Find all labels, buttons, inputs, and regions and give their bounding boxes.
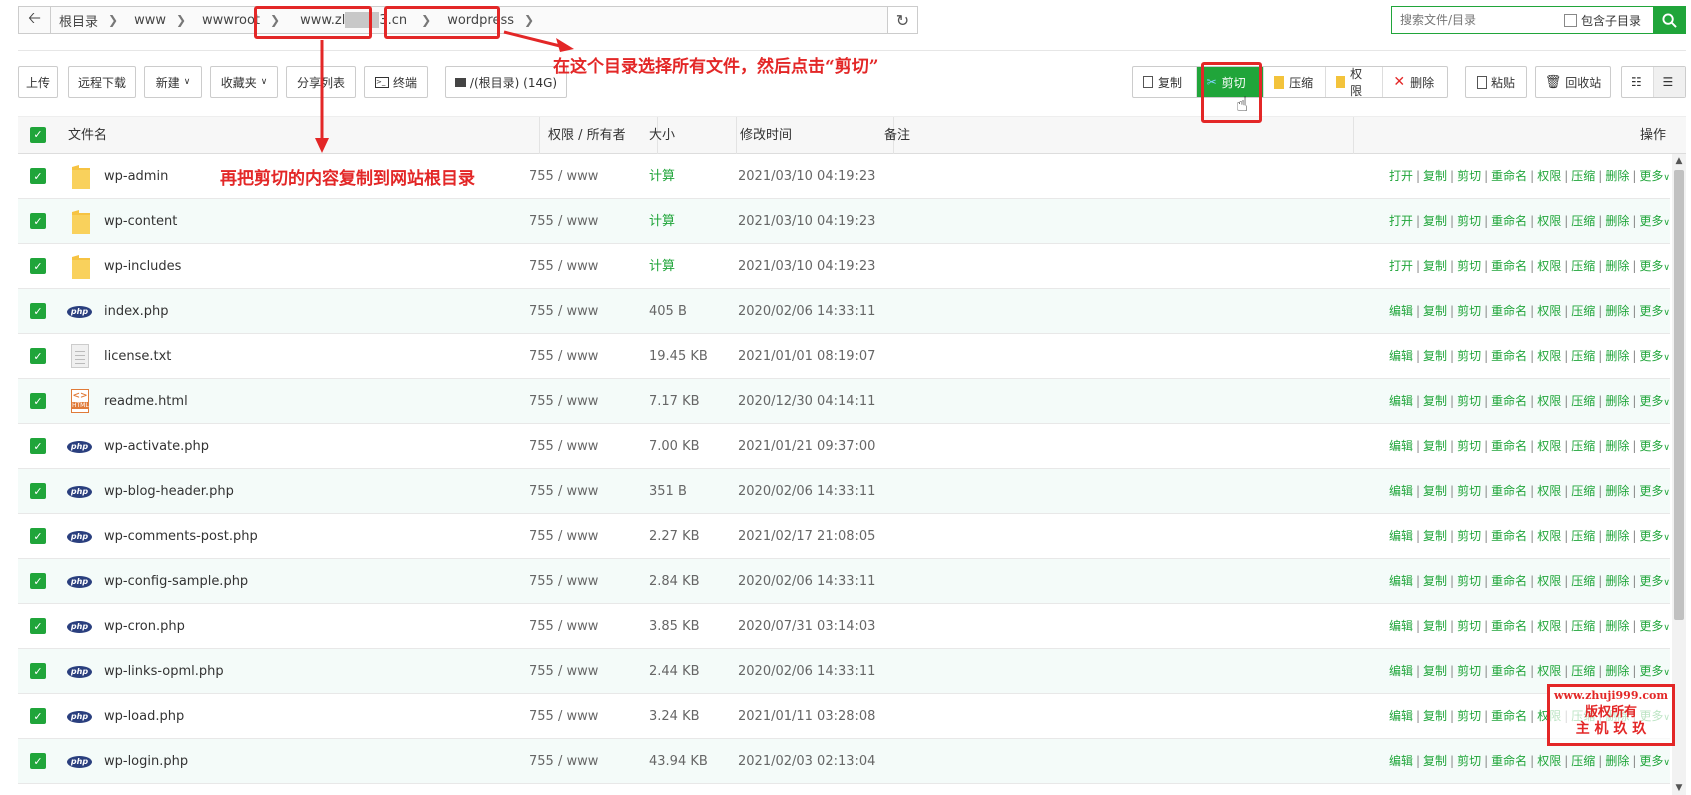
cursor-hand-icon: ☝	[1236, 92, 1249, 116]
annotation-top: 在这个目录选择所有文件，然后点击“剪切”	[553, 57, 879, 77]
annotation-middle: 再把剪切的内容复制到网站根目录	[220, 169, 475, 189]
watermark-url: www.zhuji999.com	[1554, 689, 1668, 702]
watermark-brand: 主 机 玖 玖	[1575, 721, 1647, 737]
watermark-rights: 版权所有	[1584, 705, 1637, 720]
watermark: www.zhuji999.com 版权所有 主 机 玖 玖	[1547, 684, 1675, 746]
annotation-arrows	[315, 30, 574, 153]
